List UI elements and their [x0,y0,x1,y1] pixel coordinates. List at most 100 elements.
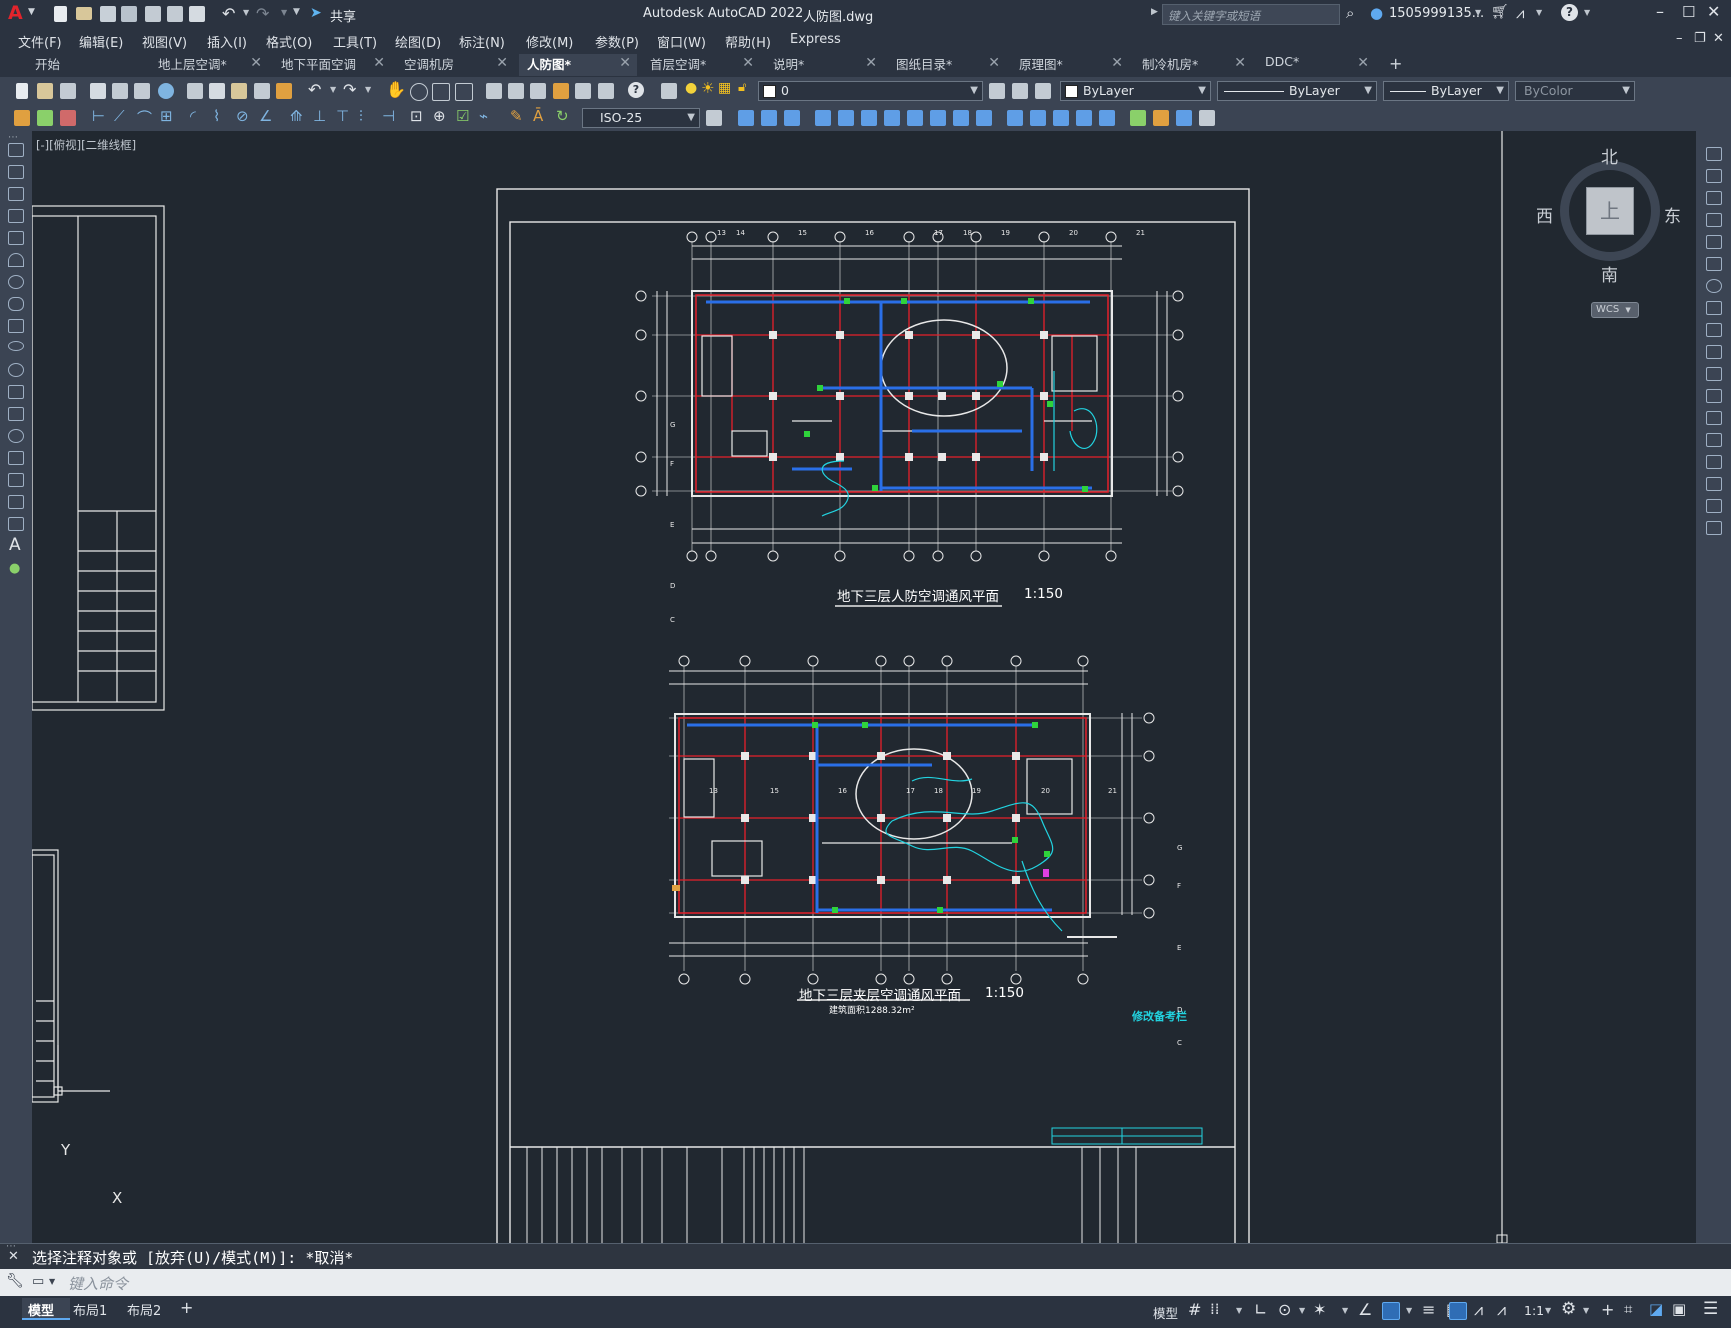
tab-basement-plan-ac[interactable]: 地下平面空调 ✕ [273,54,391,76]
ellipse-arc-icon[interactable] [8,363,24,377]
center-mark-icon[interactable]: ⊕ [433,107,446,125]
redo-dropdown-icon[interactable]: ▼ [281,8,287,17]
workspace-gear-icon[interactable]: ⚙ [1561,1299,1576,1319]
dimtedit-icon[interactable]: Ā [533,107,543,125]
open-file-icon[interactable] [76,7,92,20]
undo-dropdown-icon[interactable]: ▼ [243,8,249,17]
help-icon[interactable]: ? [628,82,644,98]
plot-icon[interactable] [189,6,205,22]
layout-tab-1[interactable]: 布局1 [73,1300,107,1319]
material-icon[interactable] [1153,110,1169,126]
baseline-icon[interactable]: ⊥ [313,107,326,125]
redo-dropdown-icon[interactable]: ▼ [365,85,371,94]
annotation-monitor-icon[interactable]: + [1601,1300,1614,1319]
multiline-text-icon[interactable]: A [9,535,21,555]
save-icon[interactable] [60,83,76,99]
redo-icon[interactable]: ↷ [343,80,356,99]
snap-icon[interactable]: ⁞⁞ [1210,1300,1220,1318]
object-snap-dropdown-icon[interactable]: ▼ [1406,1306,1412,1315]
gradient-icon[interactable] [8,473,24,487]
tab-above-ground-ac[interactable]: 地上层空调* ✕ [150,54,268,76]
ortho-icon[interactable]: ∟ [1254,1300,1267,1319]
fillet-icon[interactable] [1706,477,1722,491]
color-dropdown[interactable]: ByLayer ▼ [1060,81,1211,101]
menu-file[interactable]: 文件(F) [18,32,62,51]
menu-insert[interactable]: 插入(I) [207,32,247,51]
design-center-icon[interactable] [508,83,524,99]
tab-close-icon[interactable]: ✕ [865,55,877,71]
paste-icon[interactable] [231,83,247,99]
light-icon[interactable] [1176,110,1192,126]
explode-icon[interactable] [1706,521,1722,535]
sheet-set-icon[interactable] [553,83,569,99]
jogged-icon[interactable]: ⌇ [213,107,220,125]
layer-properties-icon[interactable] [661,83,677,99]
move-icon[interactable] [1706,257,1722,271]
insert-block-icon[interactable] [8,385,24,399]
make-block-icon[interactable] [8,407,24,421]
snap-dropdown-icon[interactable]: ▼ [1236,1306,1242,1315]
break-icon[interactable] [1706,411,1722,425]
intersect-icon[interactable] [784,110,800,126]
publish-icon[interactable] [134,83,150,99]
tab-close-icon[interactable]: ✕ [1234,55,1246,71]
taper-faces-icon[interactable] [930,110,946,126]
revision-cloud-icon[interactable] [8,297,24,311]
tab-notes[interactable]: 说明* ✕ [765,54,883,76]
add-selected-icon[interactable]: ● [9,561,20,576]
dimstyle-dropdown[interactable]: ISO-25 ▼ [582,108,700,128]
line-icon[interactable] [8,143,24,157]
drawing-area[interactable]: [-][俯视][二维线框] 地下三层人防空调通风平面 1:150 地下三层夹层空… [32,131,1696,1243]
layer-lock-icon[interactable]: 🔓︎ [738,80,746,95]
doc-restore-icon[interactable]: ❐ [1694,31,1706,46]
new-tab-plus-icon[interactable]: + [1389,54,1402,73]
model-space-button[interactable]: 模型 [1153,1303,1178,1322]
isolate-objects-icon[interactable]: ▣ [1672,1300,1686,1318]
redo-icon[interactable]: ↷ [256,4,269,23]
offset-icon[interactable] [1706,213,1722,227]
cut-icon[interactable] [187,83,203,99]
render-icon[interactable] [1130,110,1146,126]
menu-help[interactable]: 帮助(H) [725,32,771,51]
tab-chiller-room[interactable]: 制冷机房* ✕ [1134,54,1252,76]
menu-express[interactable]: Express [790,32,841,47]
layer-merge-icon[interactable] [60,110,76,126]
viewcube-top-face[interactable]: 上 [1586,187,1634,235]
dimupdate-icon[interactable]: ↻ [556,107,569,125]
object-snap-icon[interactable] [1382,1302,1400,1320]
save-web-icon[interactable] [167,6,183,22]
close-icon[interactable]: ✕ [1707,2,1720,21]
rotate-faces-icon[interactable] [907,110,923,126]
shell-icon[interactable] [1076,110,1092,126]
command-close-icon[interactable]: ✕ [8,1249,19,1264]
tab-start[interactable]: 开始 [27,54,145,76]
radius-icon[interactable]: ◜ [190,107,196,125]
menu-window[interactable]: 窗口(W) [657,32,706,51]
plotstyle-dropdown[interactable]: ByColor ▼ [1515,81,1635,101]
delete-faces-icon[interactable] [884,110,900,126]
tolerance-icon[interactable]: ⊡ [410,107,423,125]
annotation-scale-icon[interactable]: ⩘ [1497,1300,1506,1320]
spline-icon[interactable] [8,319,24,333]
extend-icon[interactable] [1706,367,1722,381]
match-properties-icon[interactable] [254,83,270,99]
quickcalc-icon[interactable] [598,83,614,99]
tab-close-icon[interactable]: ✕ [742,55,754,71]
table-icon[interactable] [8,517,24,531]
doc-close-icon[interactable]: ✕ [1713,31,1724,46]
layer-previous-icon[interactable] [1012,83,1028,99]
wcs-menu-button[interactable]: WCS ▼ [1591,302,1639,318]
plot-preview-icon[interactable] [112,83,128,99]
subtract-icon[interactable] [761,110,777,126]
blend-curves-icon[interactable] [1706,499,1722,513]
recent-commands-dropdown-icon[interactable]: ▼ [49,1277,55,1286]
break-at-point-icon[interactable] [1706,389,1722,403]
undo-icon[interactable]: ↶ [308,80,321,99]
save-icon[interactable] [100,6,116,22]
camera-icon[interactable] [1199,110,1215,126]
undo-dropdown-icon[interactable]: ▼ [330,85,336,94]
scale-dropdown-icon[interactable]: ▼ [1545,1306,1551,1315]
rotate-icon[interactable] [1706,279,1722,293]
a360-dropdown-icon[interactable]: ▼ [1536,8,1542,17]
user-dropdown-icon[interactable]: ▼ [1475,8,1481,17]
